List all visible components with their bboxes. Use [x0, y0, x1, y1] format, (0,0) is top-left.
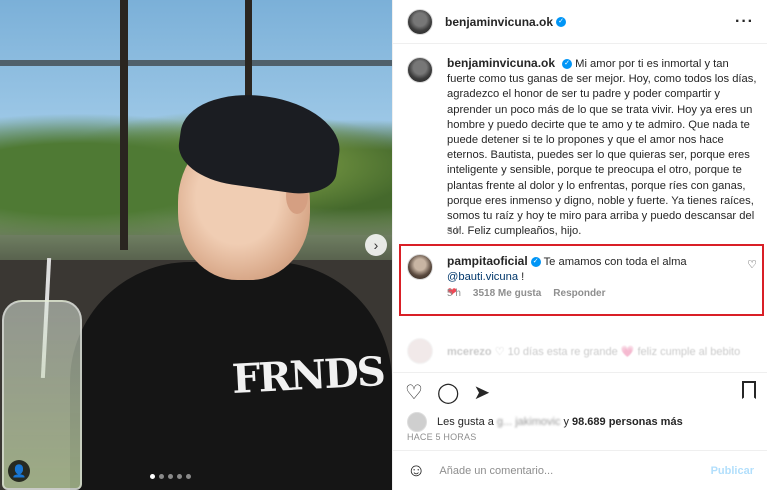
liker-username[interactable]: g... jakimovic [497, 416, 561, 428]
carousel-dot [168, 474, 173, 479]
author-avatar[interactable] [407, 8, 433, 35]
likes-count[interactable]: 98.689 personas más [572, 416, 683, 428]
carousel-dot [150, 474, 155, 479]
comment-input[interactable] [439, 464, 711, 477]
more-icon[interactable]: ··· [735, 13, 754, 31]
liker-avatar[interactable] [407, 412, 427, 432]
carousel-dots [150, 474, 191, 479]
faded-comment-body: mcerezo ♡ 10 días esta re grande 💗 feliz… [447, 345, 740, 358]
caption-username[interactable]: benjaminvicuna.ok [447, 56, 555, 70]
likes-prefix: Les gusta a [437, 416, 494, 428]
verified-badge-icon: ✓ [562, 59, 573, 70]
share-icon[interactable]: ➤ [473, 380, 490, 405]
posted-time: HACE 5 HORAS [407, 432, 477, 442]
add-comment-bar: ☺ Publicar [393, 450, 767, 490]
faded-comment-username: mcerezo [447, 345, 492, 358]
actions-bar: ♡ ◯ ➤ [393, 372, 767, 412]
carousel-dot [186, 474, 191, 479]
verified-badge-icon: ✓ [556, 16, 567, 27]
likes-middle: y [563, 416, 569, 428]
post-photo[interactable]: FRNDS › 👤 [0, 0, 392, 490]
heart-icon[interactable]: ♡ [405, 380, 423, 405]
carousel-dot [177, 474, 182, 479]
emoji-icon[interactable]: ☺ [407, 460, 425, 481]
caption-text: Mi amor por ti es inmortal y tan fuerte … [447, 58, 757, 238]
likes-summary: Les gusta a g... jakimovic y 98.689 pers… [407, 412, 683, 432]
author-username[interactable]: benjaminvicuna.ok [445, 15, 553, 29]
post-header: benjaminvicuna.ok ✓ ··· [393, 0, 767, 44]
faded-comment: mcerezo ♡ 10 días esta re grande 💗 feliz… [407, 338, 757, 364]
publish-button[interactable]: Publicar [711, 465, 754, 477]
faded-comment-text: ♡ 10 días esta re grande 💗 feliz cumple … [494, 345, 741, 358]
faded-comment-avatar [407, 338, 433, 364]
user-tag-icon[interactable]: 👤 [8, 460, 30, 482]
sweater-print: FRNDS [230, 348, 385, 403]
caption-body: benjaminvicuna.ok ✓ Mi amor por ti es inm… [447, 56, 757, 239]
caption-time: 5 h [447, 226, 461, 237]
bookmark-icon[interactable] [742, 381, 756, 399]
caption-avatar[interactable] [407, 57, 433, 83]
caption: benjaminvicuna.ok ✓ Mi amor por ti es inm… [407, 56, 757, 239]
comment-icon[interactable]: ◯ [437, 380, 459, 405]
carousel-dot [159, 474, 164, 479]
next-photo-button[interactable]: › [365, 234, 387, 256]
comment-highlight-box [399, 244, 764, 316]
